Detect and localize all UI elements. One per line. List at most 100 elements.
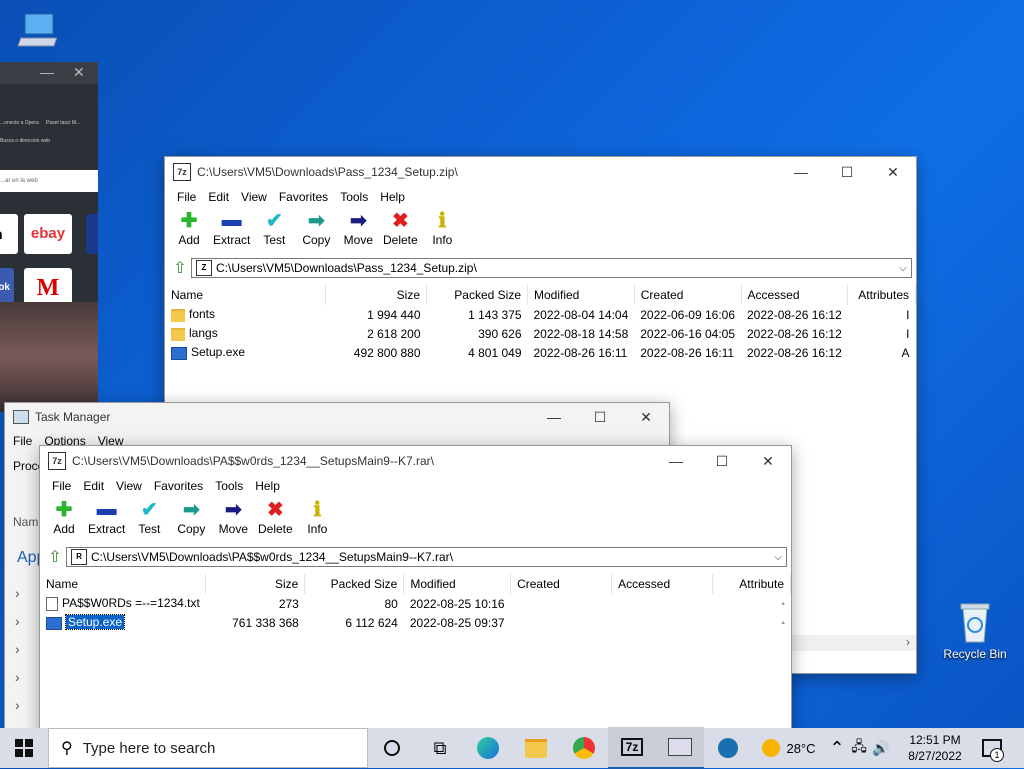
move-button[interactable]: ➡ Move [340, 207, 376, 248]
start-button[interactable] [0, 728, 48, 768]
menu-tools[interactable]: Tools [209, 479, 249, 493]
info-button[interactable]: ℹ Info [424, 207, 460, 248]
menu-edit[interactable]: Edit [202, 190, 235, 204]
copy-button[interactable]: ➡ Copy [173, 496, 209, 537]
close-button[interactable]: ✕ [73, 64, 85, 81]
col-name[interactable]: Name [165, 285, 326, 305]
maximize-button[interactable]: ☐ [577, 403, 623, 432]
maximize-button[interactable]: ☐ [699, 446, 745, 476]
minimize-button[interactable]: — [531, 403, 577, 432]
chevron-down-icon[interactable]: ⌵ [895, 263, 911, 274]
weather-widget[interactable]: 28°C [752, 728, 826, 768]
archive-icon: R [71, 549, 87, 565]
delete-button[interactable]: ✖ Delete [382, 207, 418, 248]
col-packed-size[interactable]: Packed Size [426, 285, 528, 305]
table-row-selected[interactable]: Setup.exe 761 338 368 6 112 624 2022-08-… [40, 613, 791, 632]
chevron-up-icon: ⌃ [829, 737, 845, 758]
address-hint[interactable]: Busca o direccion web [0, 138, 50, 144]
taskbar-search-placeholder: Type here to search [82, 739, 216, 757]
clock[interactable]: 12:51 PM 8/27/2022 [898, 732, 972, 764]
add-button[interactable]: ✚ Add [171, 207, 207, 248]
notification-count-badge: 1 [990, 748, 1004, 762]
close-button[interactable]: ✕ [870, 157, 916, 187]
chrome-button[interactable] [560, 728, 608, 768]
col-accessed[interactable]: Accessed [611, 574, 714, 594]
col-modified[interactable]: Modified [527, 285, 635, 305]
menu-file[interactable]: File [46, 479, 77, 493]
menu-favorites[interactable]: Favorites [273, 190, 334, 204]
rar-address-box[interactable]: R C:\Users\VM5\Downloads\PA$$w0rds_1234_… [66, 547, 787, 567]
browser-window[interactable]: — ✕ ...onecto a Opera Paset tasci M... B… [0, 62, 98, 412]
col-attributes[interactable]: Attributes [847, 285, 916, 305]
minimize-button[interactable]: — [653, 446, 699, 476]
volume-button[interactable]: 🔊 [870, 728, 892, 768]
menu-tools[interactable]: Tools [334, 190, 374, 204]
col-accessed[interactable]: Accessed [741, 285, 849, 305]
search-box[interactable]: ...ar en la web [0, 170, 98, 192]
menu-view[interactable]: View [110, 479, 148, 493]
rar-address-bar: ⇧ R C:\Users\VM5\Downloads\PA$$w0rds_123… [40, 546, 791, 568]
col-created[interactable]: Created [634, 285, 742, 305]
taskbar-search-box[interactable]: ⚲ Type here to search [48, 728, 368, 768]
folder-up-icon[interactable]: ⇧ [169, 258, 191, 278]
browser-wallpaper [0, 302, 98, 412]
test-button[interactable]: ✔ Test [131, 496, 167, 537]
col-size[interactable]: Size [205, 574, 306, 594]
extract-button[interactable]: ▬ Extract [213, 207, 250, 248]
minimize-button[interactable]: — [778, 157, 824, 187]
minimize-button[interactable]: — [40, 64, 54, 80]
menu-edit[interactable]: Edit [77, 479, 110, 493]
table-row[interactable]: langs 2 618 200 390 626 2022-08-18 14:58… [165, 324, 916, 343]
close-button[interactable]: ✕ [623, 403, 669, 432]
table-row[interactable]: PA$$W0RDs =--=1234.txt 273 80 2022-08-25… [40, 594, 791, 613]
notifications-button[interactable]: 1 [972, 728, 1012, 768]
task-manager-taskbar-button[interactable] [656, 727, 704, 769]
rar-window[interactable]: 7z C:\Users\VM5\Downloads\PA$$w0rds_1234… [39, 445, 792, 747]
scroll-right-icon[interactable]: › [906, 635, 910, 649]
name-column[interactable]: Nam [13, 515, 38, 529]
col-modified[interactable]: Modified [403, 574, 512, 594]
add-button[interactable]: ✚ Add [46, 496, 82, 537]
recycle-bin-desktop-icon[interactable]: Recycle Bin [940, 600, 1010, 661]
edge-button[interactable] [464, 728, 512, 768]
opera-taskbar-button[interactable] [704, 728, 752, 768]
tile-on[interactable]: on [0, 214, 18, 254]
menu-help[interactable]: Help [249, 479, 286, 493]
move-button[interactable]: ➡ Move [215, 496, 251, 537]
test-button[interactable]: ✔ Test [256, 207, 292, 248]
zip-address-box[interactable]: Z C:\Users\VM5\Downloads\Pass_1234_Setup… [191, 258, 912, 278]
tile-bo[interactable]: Bo [86, 214, 98, 254]
copy-button[interactable]: ➡ Copy [298, 207, 334, 248]
network-button[interactable]: 🖧 [848, 728, 870, 768]
7zip-taskbar-button[interactable]: 7z [608, 727, 656, 769]
this-pc-desktop-icon[interactable] [14, 10, 64, 54]
delete-button[interactable]: ✖ Delete [257, 496, 293, 537]
cortana-circle-icon [384, 740, 400, 756]
col-name[interactable]: Name [40, 574, 207, 594]
col-packed-size[interactable]: Packed Size [304, 574, 405, 594]
menu-file[interactable]: File [7, 434, 38, 448]
tab-second[interactable]: Paset tasci M... [46, 120, 80, 126]
tab-opera[interactable]: ...onecto a Opera [0, 120, 39, 126]
file-explorer-button[interactable] [512, 728, 560, 768]
chevron-down-icon[interactable]: ⌵ [770, 552, 786, 563]
menu-favorites[interactable]: Favorites [148, 479, 209, 493]
tile-ebay[interactable]: ebay [24, 214, 72, 254]
col-size[interactable]: Size [325, 285, 427, 305]
table-row[interactable]: Setup.exe 492 800 880 4 801 049 2022-08-… [165, 343, 916, 362]
show-hidden-icons-button[interactable]: ⌃ [826, 728, 848, 768]
search-hint: ...ar en la web [0, 178, 38, 184]
col-attributes[interactable]: Attribute [712, 574, 791, 594]
info-button[interactable]: ℹ Info [299, 496, 335, 537]
menu-file[interactable]: File [171, 190, 202, 204]
maximize-button[interactable]: ☐ [824, 157, 870, 187]
col-created[interactable]: Created [510, 574, 613, 594]
folder-up-icon[interactable]: ⇧ [44, 547, 66, 567]
menu-help[interactable]: Help [374, 190, 411, 204]
close-button[interactable]: ✕ [745, 446, 791, 476]
table-row[interactable]: fonts 1 994 440 1 143 375 2022-08-04 14:… [165, 305, 916, 324]
task-view-button[interactable]: ⧉ [416, 728, 464, 768]
menu-view[interactable]: View [235, 190, 273, 204]
extract-button[interactable]: ▬ Extract [88, 496, 125, 537]
cortana-button[interactable] [368, 728, 416, 768]
